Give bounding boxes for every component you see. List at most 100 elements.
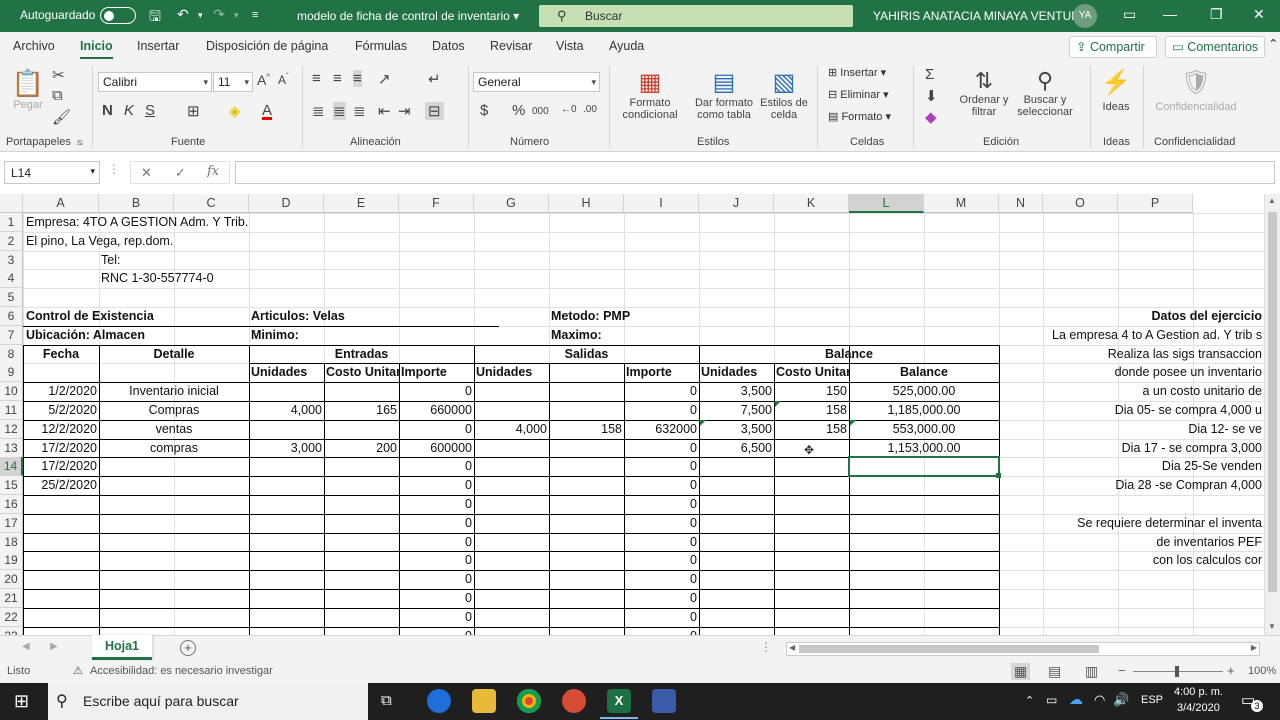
- autosum-icon[interactable]: Σ: [925, 66, 934, 83]
- cell-entrada-importe[interactable]: 0: [399, 457, 474, 476]
- cell-balance-unidades[interactable]: 3,500: [699, 420, 774, 439]
- cell-balance-costo[interactable]: [774, 514, 849, 533]
- cell-salida-unidades[interactable]: [474, 457, 549, 476]
- row-header-5[interactable]: 5: [0, 288, 23, 308]
- clock-date[interactable]: 3/4/2020: [1177, 702, 1220, 714]
- row-header-14[interactable]: 14: [0, 457, 23, 477]
- cell-entrada-costo[interactable]: [324, 533, 399, 552]
- cell-detalle[interactable]: Inventario inicial: [99, 382, 249, 401]
- restore-icon[interactable]: ❐: [1210, 6, 1223, 23]
- file-explorer-icon[interactable]: [472, 689, 496, 713]
- cell-salida-costo[interactable]: [549, 401, 624, 420]
- cell-salida-unidades[interactable]: [474, 608, 549, 627]
- align-top-icon[interactable]: ≡: [312, 70, 321, 87]
- confidentiality-button[interactable]: 🛡 Confidencialidad: [1150, 68, 1242, 113]
- subheader-balance[interactable]: Balance: [849, 363, 999, 382]
- cell-entrada-unidades[interactable]: [249, 589, 324, 608]
- zoom-slider-handle[interactable]: [1175, 666, 1179, 677]
- column-header-c[interactable]: C: [174, 194, 249, 213]
- subheader-unidades[interactable]: Unidades: [699, 363, 774, 382]
- decrease-indent-icon[interactable]: ⇤: [378, 102, 391, 120]
- cell-entrada-importe[interactable]: 660000: [399, 401, 474, 420]
- subheader-costo[interactable]: Costo Unitario: [774, 363, 849, 382]
- cell-salida-importe[interactable]: 0: [624, 401, 699, 420]
- sort-filter-button[interactable]: ⇅ Ordenar y filtrar: [958, 68, 1010, 118]
- cell-salida-costo[interactable]: [549, 589, 624, 608]
- note-line[interactable]: Dia 05- se compra 4,000 u: [1043, 401, 1264, 420]
- cell-entrada-unidades[interactable]: [249, 533, 324, 552]
- cell-detalle[interactable]: compras: [99, 439, 249, 458]
- note-line[interactable]: a un costo unitario de: [1043, 382, 1264, 401]
- subheader-importe[interactable]: Importe: [624, 363, 699, 382]
- note-line[interactable]: Dia 28 -se Compran 4,000: [1043, 476, 1264, 495]
- delete-cells-button[interactable]: ⊟ Eliminar ▾: [828, 88, 889, 101]
- cell-salida-importe[interactable]: 0: [624, 589, 699, 608]
- subheader-costo[interactable]: Costo Unitario: [324, 363, 399, 382]
- cell-balance-costo[interactable]: [774, 589, 849, 608]
- app-icon[interactable]: [562, 689, 586, 713]
- font-size-combo[interactable]: 11 ▾: [213, 72, 253, 92]
- accessibility-icon[interactable]: ⚠: [73, 664, 83, 677]
- vertical-scrollbar[interactable]: ▲ ▼: [1264, 194, 1280, 635]
- scroll-right-icon[interactable]: ▶: [1251, 643, 1257, 652]
- header-salidas[interactable]: Salidas: [474, 345, 699, 364]
- row-header-15[interactable]: 15: [0, 476, 23, 496]
- cell-balance-unidades[interactable]: [699, 495, 774, 514]
- cell-balance-total[interactable]: [849, 570, 999, 589]
- cell-a6[interactable]: Control de Existencia: [24, 307, 224, 326]
- prev-sheet-icon[interactable]: ◀: [22, 641, 30, 652]
- subheader-unidades[interactable]: Unidades: [474, 363, 549, 382]
- taskbar-search[interactable]: ⚲ Escribe aquí para buscar: [48, 683, 368, 720]
- tab-inicio[interactable]: Inicio: [80, 39, 113, 59]
- row-header-3[interactable]: 3: [0, 250, 23, 270]
- grow-font-icon[interactable]: A^: [257, 72, 270, 88]
- search-box[interactable]: ⚲ Buscar: [539, 5, 853, 27]
- column-header-h[interactable]: H: [549, 194, 624, 213]
- cell-salida-unidades[interactable]: [474, 476, 549, 495]
- volume-icon[interactable]: 🔊: [1113, 692, 1129, 708]
- cell-entrada-importe[interactable]: 0: [399, 382, 474, 401]
- cell-entrada-costo[interactable]: [324, 589, 399, 608]
- tab-splitter-icon[interactable]: ⋮: [760, 640, 772, 654]
- cell-detalle[interactable]: ventas: [99, 420, 249, 439]
- cell-entrada-costo[interactable]: 200: [324, 439, 399, 458]
- row-header-17[interactable]: 17: [0, 513, 23, 533]
- cell-balance-costo[interactable]: [774, 551, 849, 570]
- insert-function-icon[interactable]: fx: [207, 164, 219, 179]
- cell-entrada-importe[interactable]: 0: [399, 420, 474, 439]
- column-header-i[interactable]: I: [624, 194, 699, 213]
- dialog-launcher-icon[interactable]: ⧅: [77, 137, 83, 148]
- cell-balance-total[interactable]: 553,000.00: [849, 420, 999, 439]
- row-header-21[interactable]: 21: [0, 589, 23, 608]
- cell-entrada-costo[interactable]: [324, 382, 399, 401]
- cell-salida-importe[interactable]: 0: [624, 533, 699, 552]
- cell-balance-costo[interactable]: [774, 533, 849, 552]
- note-line[interactable]: La empresa 4 to A Gestion ad. Y trib s: [1050, 326, 1264, 345]
- row-header-2[interactable]: 2: [0, 231, 23, 251]
- insert-cells-button[interactable]: ⊞ Insertar ▾: [828, 66, 886, 79]
- cell-balance-total[interactable]: [849, 551, 999, 570]
- column-header-m[interactable]: M: [924, 194, 999, 213]
- cell-entrada-unidades[interactable]: [249, 570, 324, 589]
- cell-entrada-costo[interactable]: [324, 551, 399, 570]
- autosave-toggle[interactable]: [100, 7, 136, 24]
- align-left-icon[interactable]: ≣: [312, 102, 325, 120]
- cell-salida-importe[interactable]: 0: [624, 551, 699, 570]
- format-table-button[interactable]: ▤ Dar formato como tabla: [689, 68, 759, 121]
- document-title[interactable]: modelo de ficha de control de inventario…: [297, 9, 519, 23]
- cell-detalle[interactable]: [99, 627, 249, 635]
- cell-entrada-costo[interactable]: [324, 608, 399, 627]
- cell-entrada-costo[interactable]: [324, 570, 399, 589]
- cell-balance-unidades[interactable]: 7,500: [699, 401, 774, 420]
- cell-fecha[interactable]: 17/2/2020: [23, 439, 99, 458]
- column-header-o[interactable]: O: [1043, 194, 1118, 213]
- align-bottom-icon[interactable]: ≡: [353, 70, 362, 87]
- cell-salida-unidades[interactable]: [474, 514, 549, 533]
- name-box[interactable]: L14 ▾: [4, 161, 100, 184]
- note-line[interactable]: [1043, 495, 1264, 514]
- cell-salida-importe[interactable]: 0: [624, 495, 699, 514]
- underline-icon[interactable]: S: [145, 102, 155, 119]
- shrink-font-icon[interactable]: Aˇ: [278, 72, 289, 87]
- note-line[interactable]: Dia 12- se ve: [1043, 420, 1264, 439]
- cell-fecha[interactable]: [23, 551, 99, 570]
